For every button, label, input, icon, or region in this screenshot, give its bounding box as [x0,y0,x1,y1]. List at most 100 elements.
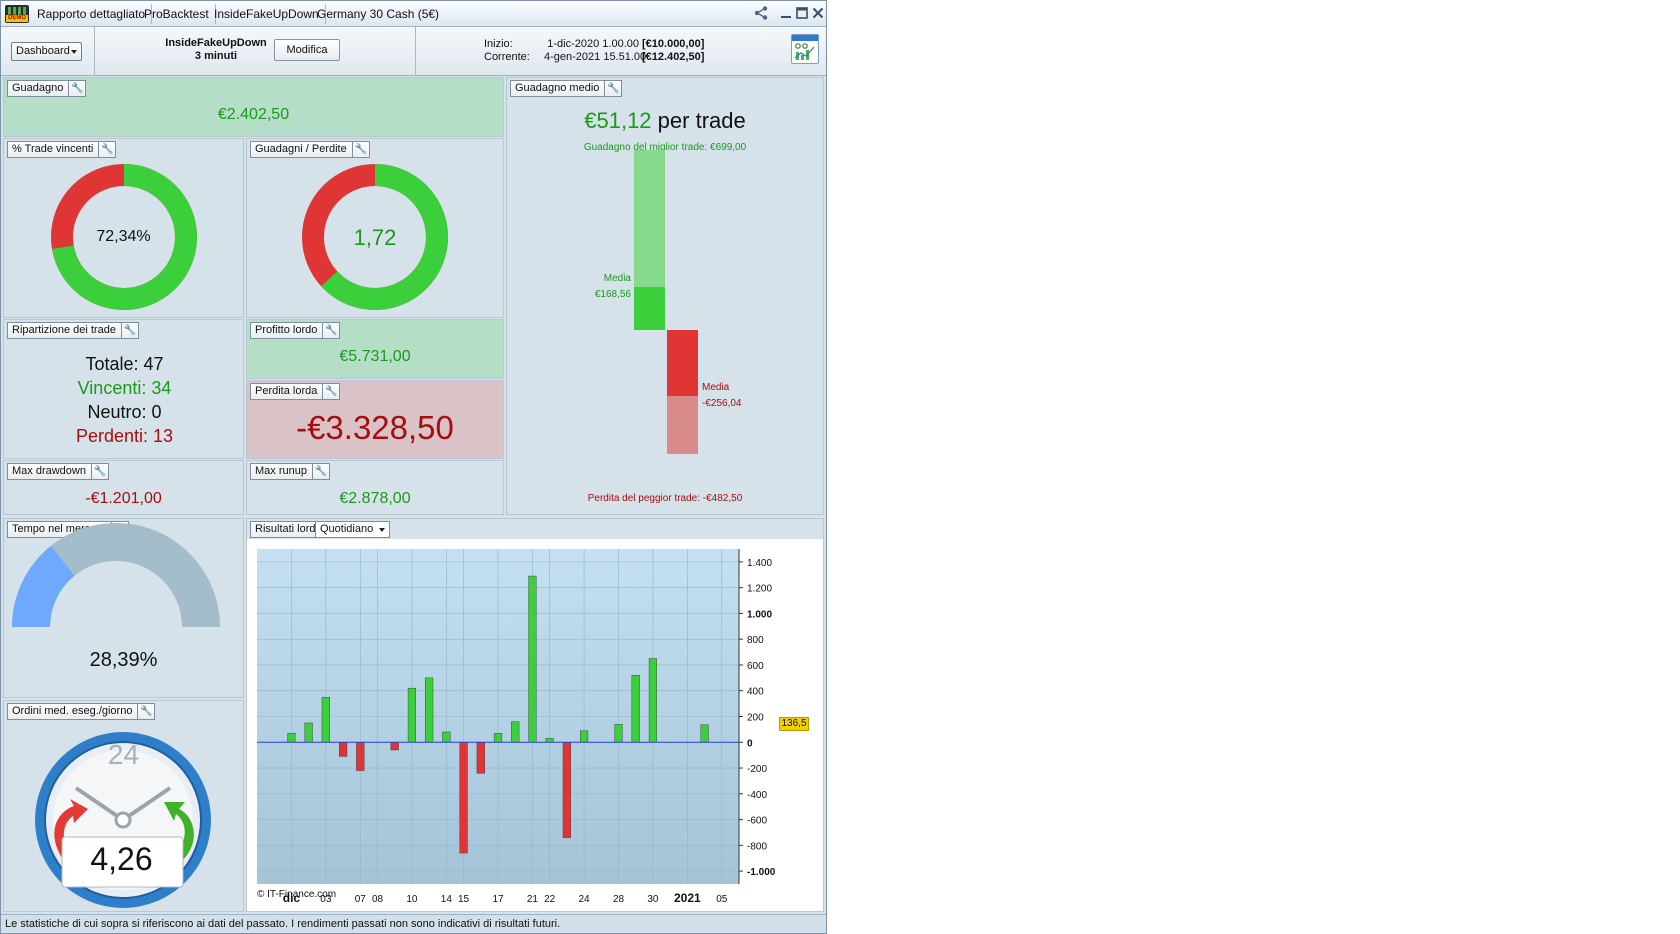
wrench-icon[interactable]: 🔧 [90,463,108,480]
x-tick-label: 24 [579,894,591,905]
avg-win-bar [634,286,665,330]
bar-4 [356,742,365,771]
modify-button[interactable]: Modifica [274,39,340,61]
neutral-trades: Neutro: 0 [87,402,162,422]
start-date: 1-dic-2020 1.00.00 [547,38,639,50]
bar-11 [493,733,503,743]
bar-3 [338,742,348,757]
y-tick-label: 0 [747,738,753,749]
share-icon[interactable] [753,5,769,21]
tab-instrument[interactable]: Germany 30 Cash (5€) [311,4,445,24]
chevron-down-icon [71,50,77,54]
gain-loss-value: 1,72 [353,225,397,250]
orders-per-day-panel: Ordini med. eseg./giorno 🔧 24 4,26 [3,700,244,912]
report-header: Dashboard InsideFakeUpDown 3 minuti Modi… [1,27,826,76]
x-tick-label: 17 [492,894,504,905]
y-tick-label: 1.400 [747,558,772,569]
report-window: DEMO Rapporto dettagliato ProBacktest In… [0,0,827,934]
max-runup-label-tab[interactable]: Max runup 🔧 [250,463,330,480]
bar-2 [321,696,330,743]
bar-9 [459,742,468,854]
x-tick-label: 2021 [674,891,701,905]
current-label: Corrente: [484,51,530,63]
avg-gain-value: €51,12 [584,108,652,133]
bar-13 [528,575,537,743]
y-tick-label: 800 [747,635,764,646]
y-tick-label: 600 [747,661,764,672]
gross-profit-label-tab[interactable]: Profitto lordo 🔧 [250,322,341,339]
bar-19 [648,658,658,743]
report-export-icon[interactable] [791,34,819,64]
bar-14 [545,738,554,743]
worst-trade-bar [667,395,698,455]
wrench-icon[interactable]: 🔧 [322,383,339,400]
bar-17 [614,724,623,743]
close-icon[interactable] [810,5,826,21]
gain-label-tab[interactable]: Guadagno 🔧 [7,80,87,97]
avg-loss-label: Media -€256,04 [702,381,742,409]
gross-loss-label-tab[interactable]: Perdita lorda 🔧 [250,383,341,400]
dashboard-dropdown[interactable]: Dashboard [11,42,82,61]
wrench-icon[interactable]: 🔧 [68,80,85,97]
gross-loss-value: -€3.328,50 [296,409,454,446]
y-tick-label: 1.200 [747,584,772,595]
gross-profit-panel: Profitto lordo 🔧 €5.731,00 [246,319,504,379]
gross-profit-value: €5.731,00 [339,348,411,365]
chart-watermark: © IT-Finance.com [257,889,337,900]
demo-label: DEMO [6,15,28,22]
tab-strategy[interactable]: InsideFakeUpDown [208,4,326,24]
wrench-icon[interactable]: 🔧 [322,322,339,339]
period-select[interactable]: Quotidiano [315,521,391,538]
wrench-icon[interactable]: 🔧 [311,463,329,480]
bar-20 [700,724,709,743]
bar-10 [476,742,485,774]
max-runup-panel: Max runup 🔧 €2.878,00 [246,460,504,515]
y-tick-label: 200 [747,713,764,724]
clock-label: 24 [107,739,140,770]
current-date: 4-gen-2021 15.51.00 [544,51,647,63]
gross-results-chart: 1.400 1.200 1.000 800 600 400 200 0 -200 -400 -600… [247,539,823,911]
strategy-name: InsideFakeUpDown [165,37,267,49]
tab-detailed-report[interactable]: Rapporto dettagliato [31,4,153,24]
dashboard-label: Dashboard [16,45,70,57]
bar-15 [562,742,571,838]
maximize-icon[interactable] [794,5,810,21]
gross-loss-panel: Perdita lorda 🔧 -€3.328,50 [246,380,504,459]
bar-18 [631,675,640,743]
total-trades: Totale: 47 [85,354,164,374]
worst-trade-label: Perdita del peggior trade: -€482,50 [587,493,743,504]
wrench-icon[interactable]: 🔧 [604,80,621,97]
bar-5 [390,742,399,751]
gross-results-panel: Risultati lordi Quotidiano 1.400 1.200 1.0… [246,518,824,912]
breakdown-label-tab[interactable]: Ripartizione dei trade 🔧 [7,322,139,339]
x-tick-label: 30 [647,894,659,905]
x-tick-label: 22 [544,894,556,905]
bar-0 [287,733,296,743]
bar-8 [442,731,451,743]
clock-icon [35,732,211,908]
breakdown-panel: Ripartizione dei trade 🔧 Totale: 47 Vince… [3,319,244,459]
x-tick-label: 21 [527,894,539,905]
x-tick-label: 15 [458,894,470,905]
avg-gain-label-tab[interactable]: Guadagno medio 🔧 [510,80,623,97]
start-capital: [€10.000,00] [642,38,705,50]
chevron-down-icon [379,528,386,532]
max-drawdown-value: -€1.201,00 [85,490,162,507]
last-value-tag: 136,5 [779,716,809,731]
tab-probacktest[interactable]: ProBacktest [138,4,216,24]
x-tick-label: 14 [441,894,453,905]
capital-values: [€10.000,00] [€12.402,50] [642,38,704,64]
x-tick-label: 07 [355,894,367,905]
avg-win-label: Media €168,56 [594,272,631,300]
x-tick-label: 28 [613,894,625,905]
win-pct-panel: % Trade vincenti 🔧 72,34% [3,138,244,318]
wrench-icon[interactable]: 🔧 [120,322,138,339]
max-drawdown-label-tab[interactable]: Max drawdown 🔧 [7,463,109,480]
current-capital: [€12.402,50] [642,51,705,63]
win-pct-value: 72,34% [96,228,151,245]
y-tick-label: 1.000 [747,609,772,620]
minimize-icon[interactable] [778,5,794,21]
y-tick-label: -800 [747,841,767,852]
y-tick-label: 400 [747,687,764,698]
avg-gain-panel: Guadagno medio 🔧 €51,12 per trade Guadagn… [506,77,824,515]
